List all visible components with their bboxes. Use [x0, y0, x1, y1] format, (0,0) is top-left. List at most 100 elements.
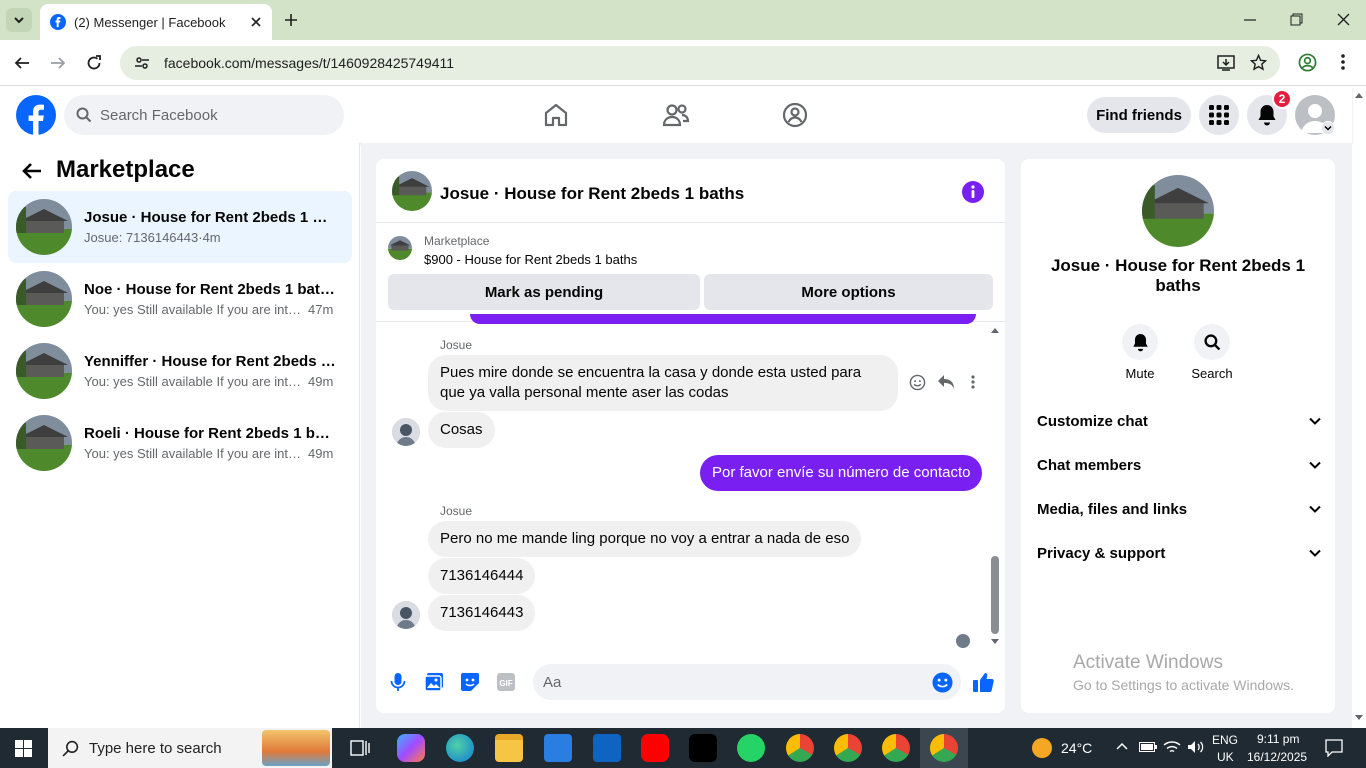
- volume-icon[interactable]: [1187, 740, 1205, 754]
- sender-avatar[interactable]: [392, 601, 420, 629]
- chrome-profile-app-icon[interactable]: [786, 734, 814, 762]
- clock-date[interactable]: 16/12/2025: [1247, 750, 1307, 764]
- message-more-icon[interactable]: [971, 375, 975, 389]
- more-options-button[interactable]: More options: [704, 274, 993, 310]
- copilot-app-icon[interactable]: [397, 734, 425, 762]
- message-bubble[interactable]: Pues mire donde se encuentra la casa y d…: [428, 355, 898, 411]
- weather-sun-icon[interactable]: [1032, 738, 1052, 758]
- facebook-logo-icon[interactable]: [16, 95, 56, 135]
- account-dropdown-badge[interactable]: [1321, 121, 1335, 135]
- edge-app-icon[interactable]: [446, 734, 474, 762]
- search-action[interactable]: Search: [1182, 324, 1242, 381]
- sender-avatar[interactable]: [392, 418, 420, 446]
- conversation-name: Roeli · House for Rent 2beds 1 baths: [84, 425, 336, 442]
- message-bubble[interactable]: 7136146444: [428, 558, 536, 594]
- mute-action[interactable]: Mute: [1110, 324, 1170, 381]
- windows-start-icon[interactable]: [15, 740, 32, 757]
- conversation-snippet: You: yes Still available If you are inte…: [84, 374, 302, 389]
- url-text: facebook.com/messages/t/1460928425749411: [164, 55, 455, 71]
- customize-chat-section[interactable]: Customize chat: [1037, 409, 1321, 433]
- details-avatar[interactable]: [1142, 175, 1214, 247]
- youtube-app-icon[interactable]: [641, 734, 669, 762]
- browser-menu-icon[interactable]: [1341, 54, 1345, 70]
- minimize-icon[interactable]: [1244, 19, 1256, 21]
- file-explorer-app-icon[interactable]: [495, 734, 523, 762]
- microphone-icon[interactable]: [390, 672, 406, 692]
- activate-windows-title: Activate Windows: [1073, 652, 1223, 673]
- chat-members-section[interactable]: Chat members: [1037, 453, 1321, 477]
- page-scroll-up-icon[interactable]: [1354, 91, 1364, 99]
- mute-button[interactable]: [1122, 324, 1158, 360]
- menu-button[interactable]: [1199, 95, 1239, 135]
- whatsapp-app-icon[interactable]: [737, 734, 765, 762]
- chrome-active-app-icon[interactable]: [930, 734, 958, 762]
- home-icon[interactable]: [543, 102, 569, 128]
- bookmark-star-icon[interactable]: [1250, 54, 1267, 71]
- clock-time[interactable]: 9:11 pm: [1257, 732, 1299, 746]
- activate-windows-subtitle: Go to Settings to activate Windows.: [1073, 677, 1294, 693]
- message-bubble-outgoing[interactable]: Por favor envíe su número de contacto: [700, 455, 983, 491]
- react-emoji-icon[interactable]: [909, 374, 926, 391]
- info-icon[interactable]: [962, 181, 984, 203]
- message-bubble[interactable]: 7136146443: [428, 595, 536, 631]
- language-line2[interactable]: UK: [1217, 750, 1234, 764]
- message-input[interactable]: Aa: [533, 664, 961, 700]
- chat-avatar[interactable]: [392, 171, 432, 211]
- facebook-search-input[interactable]: Search Facebook: [64, 95, 344, 135]
- install-app-icon[interactable]: [1217, 54, 1235, 72]
- temperature[interactable]: 24°C: [1061, 740, 1092, 756]
- browser-tab[interactable]: (2) Messenger | Facebook: [40, 4, 272, 40]
- conversation-time: 49m: [308, 446, 334, 461]
- tiktok-app-icon[interactable]: [689, 734, 717, 762]
- chat-scrollbar-thumb[interactable]: [991, 556, 999, 634]
- forward-icon[interactable]: [50, 55, 66, 71]
- photo-icon[interactable]: [424, 672, 444, 692]
- conversation-item[interactable]: Yenniffer · House for Rent 2beds 1 baths…: [8, 335, 352, 407]
- privacy-support-section[interactable]: Privacy & support: [1037, 541, 1321, 565]
- chrome-profile-app-icon[interactable]: [882, 734, 910, 762]
- address-bar[interactable]: facebook.com/messages/t/1460928425749411: [120, 46, 1280, 80]
- new-tab-icon[interactable]: [284, 13, 298, 27]
- chrome-profile-app-icon[interactable]: [834, 734, 862, 762]
- search-in-chat-button[interactable]: [1194, 324, 1230, 360]
- emoji-icon[interactable]: [932, 672, 953, 693]
- wifi-icon[interactable]: [1163, 740, 1181, 754]
- message-bubble[interactable]: Cosas: [428, 412, 495, 448]
- language-line1[interactable]: ENG: [1212, 733, 1238, 747]
- close-icon[interactable]: [250, 16, 262, 28]
- back-icon[interactable]: [14, 55, 30, 71]
- tray-chevron-up-icon[interactable]: [1116, 742, 1128, 750]
- outlook-app-icon[interactable]: [593, 734, 621, 762]
- message-bubble[interactable]: Pero no me mande ling porque no voy a en…: [428, 521, 862, 557]
- chat-title[interactable]: Josue · House for Rent 2beds 1 baths: [440, 184, 744, 204]
- store-app-icon[interactable]: [544, 734, 572, 762]
- conversation-snippet: Josue: 7136146443: [84, 230, 199, 245]
- find-friends-button[interactable]: Find friends: [1087, 97, 1191, 133]
- like-icon[interactable]: [972, 671, 994, 693]
- media-files-links-section[interactable]: Media, files and links: [1037, 497, 1321, 521]
- conversation-item[interactable]: Roeli · House for Rent 2beds 1 baths You…: [8, 407, 352, 479]
- window-close-icon[interactable]: [1337, 13, 1350, 26]
- back-arrow-icon[interactable]: [22, 162, 42, 180]
- listing-title[interactable]: $900 - House for Rent 2beds 1 baths: [424, 252, 637, 267]
- mark-as-pending-button[interactable]: Mark as pending: [388, 274, 700, 310]
- bell-icon: [1258, 105, 1276, 126]
- conversation-item[interactable]: Josue · House for Rent 2beds 1 baths Jos…: [8, 191, 352, 263]
- sticker-icon[interactable]: [460, 672, 480, 692]
- task-view-icon[interactable]: [350, 738, 370, 758]
- gif-icon[interactable]: GIF: [496, 672, 516, 692]
- friends-icon[interactable]: [662, 102, 690, 128]
- profile-icon[interactable]: [1298, 53, 1317, 72]
- scroll-down-icon[interactable]: [990, 638, 1000, 646]
- scroll-up-icon[interactable]: [990, 326, 1000, 334]
- reply-icon[interactable]: [937, 374, 955, 390]
- restore-icon[interactable]: [1290, 13, 1303, 26]
- battery-icon[interactable]: [1139, 742, 1157, 752]
- tab-search-button[interactable]: [6, 8, 32, 32]
- site-info-icon[interactable]: [134, 55, 150, 71]
- notification-center-icon[interactable]: [1325, 739, 1343, 757]
- conversation-item[interactable]: Noe · House for Rent 2beds 1 baths You: …: [8, 263, 352, 335]
- reload-icon[interactable]: [86, 55, 102, 71]
- page-scroll-down-icon[interactable]: [1354, 714, 1364, 722]
- groups-icon[interactable]: [782, 102, 808, 128]
